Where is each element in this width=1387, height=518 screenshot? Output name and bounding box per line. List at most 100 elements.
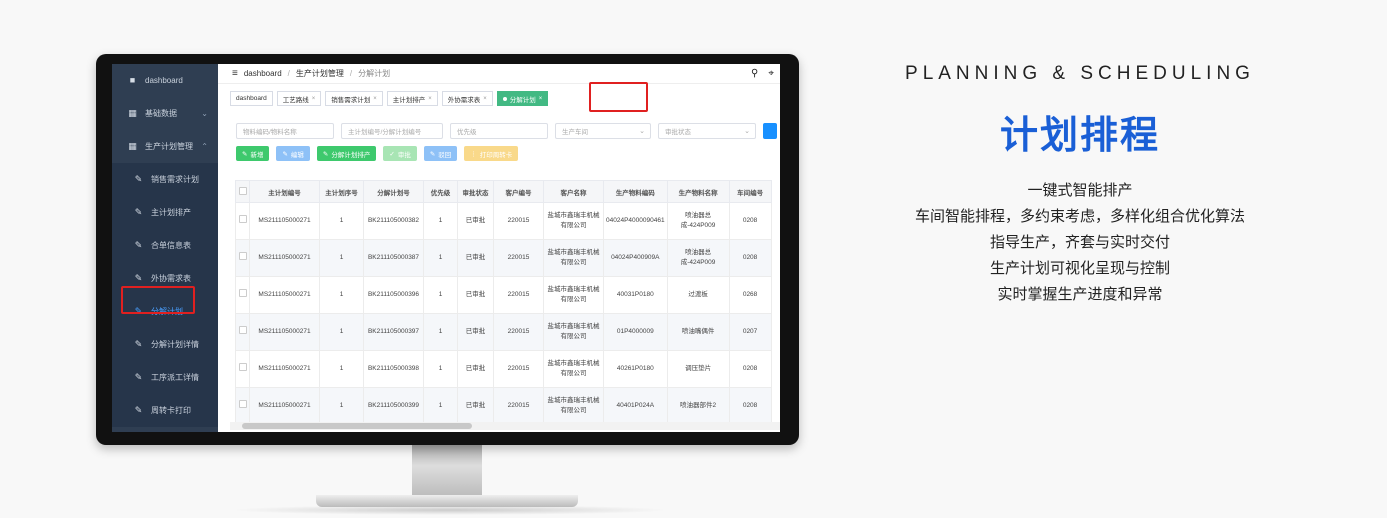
table-cell: 喷油器总成-424P009 — [666, 202, 730, 240]
checkbox[interactable] — [238, 326, 247, 334]
sidebar-item-label: 销售需求计划 — [151, 175, 199, 184]
breadcrumb-item[interactable]: 生产计划管理 — [296, 68, 344, 79]
sidebar-item-card-print[interactable]: ✎ 周转卡打印 — [112, 394, 218, 427]
row-checkbox-cell[interactable] — [235, 202, 250, 240]
row-checkbox-cell[interactable] — [235, 313, 250, 351]
tab-process-route[interactable]: 工艺路线 × — [276, 91, 322, 106]
column-header[interactable]: 车间编号 — [728, 180, 772, 203]
edit-icon: ✎ — [134, 339, 143, 349]
sidebar-item-production-plan[interactable]: ▦ 生产计划管理 ⌃ — [112, 130, 218, 163]
row-checkbox-cell[interactable] — [235, 387, 250, 425]
table-cell: MS211105000271 — [249, 387, 320, 425]
sidebar-item-split-plan-detail[interactable]: ✎ 分解计划详情 — [112, 328, 218, 361]
sidebar-item-dispatch-detail[interactable]: ✎ 工序派工详情 — [112, 361, 218, 394]
tab-master-schedule[interactable]: 主计划排产 × — [386, 91, 438, 106]
checkbox[interactable] — [238, 363, 247, 371]
close-icon[interactable]: × — [539, 96, 543, 102]
table-cell: BK211105000396 — [363, 276, 424, 314]
sidebar-item-dashboard[interactable]: ■ dashboard — [112, 64, 218, 97]
placeholder: 生产车间 — [562, 129, 588, 136]
horizontal-scrollbar[interactable] — [230, 422, 780, 430]
table-cell: 1 — [423, 276, 458, 314]
reject-button[interactable]: ✎ 驳回 — [423, 146, 458, 161]
table-row[interactable]: MS211105000271 1 BK211105000397 1 已审批 220015 盐… — [235, 313, 772, 351]
add-button[interactable]: ✎ 新增 — [236, 146, 270, 161]
priority-input[interactable]: 优先级 — [450, 123, 548, 139]
table-row[interactable]: MS211105000271 1 BK211105000382 1 已审批 220015 盐… — [235, 202, 772, 240]
checkbox[interactable] — [238, 186, 247, 195]
table-row[interactable]: MS211105000271 1 BK211105000399 1 已审批 220015 盐… — [235, 387, 772, 425]
close-icon[interactable]: × — [428, 96, 432, 102]
column-header[interactable]: 客户名称 — [543, 180, 604, 203]
row-checkbox-cell[interactable] — [235, 239, 250, 277]
sidebar-item-basic-data[interactable]: ▦ 基础数据 ⌄ — [112, 97, 218, 130]
close-icon[interactable]: × — [483, 96, 487, 102]
table-cell: 盐城市鑫瑞丰机械有限公司 — [543, 387, 604, 425]
fullscreen-icon[interactable]: ⌖ — [768, 68, 774, 79]
column-header[interactable]: 审批状态 — [457, 180, 494, 203]
table-cell: 盐城市鑫瑞丰机械有限公司 — [543, 276, 604, 314]
breadcrumb-separator: / — [349, 69, 353, 78]
topbar: ≡ dashboard / 生产计划管理 / 分解计划 ⚲ ⌖ — [218, 64, 780, 84]
row-checkbox-cell[interactable] — [235, 350, 250, 388]
print-card-button[interactable]: ⋮ 打印周转卡 — [464, 146, 519, 161]
breadcrumb-item[interactable]: dashboard — [244, 69, 282, 78]
table-cell: 0207 — [728, 313, 772, 351]
checkbox[interactable] — [238, 289, 247, 297]
column-header[interactable]: 主计划编号 — [249, 180, 320, 203]
edit-button[interactable]: ✎ 编辑 — [276, 146, 310, 161]
table-cell: 220015 — [493, 313, 544, 351]
close-icon[interactable]: × — [312, 96, 316, 102]
column-header[interactable]: 优先级 — [423, 180, 458, 203]
sidebar-item-label: 主计划排产 — [151, 208, 191, 217]
split-schedule-button[interactable]: ✎ 分解计划排产 — [316, 146, 377, 161]
sidebar-item-sales-demand[interactable]: ✎ 销售需求计划 — [112, 163, 218, 196]
active-dot-icon — [502, 96, 507, 101]
checkbox[interactable] — [238, 215, 247, 223]
approve-button[interactable]: ✓ 审批 — [383, 146, 417, 161]
plan-number-input[interactable]: 主计划编号/分解计划编号 — [341, 123, 443, 139]
table-row[interactable]: MS211105000271 1 BK211105000398 1 已审批 220015 盐… — [235, 350, 772, 388]
edit-icon: ✎ — [134, 405, 143, 415]
tab-dashboard[interactable]: dashboard — [230, 91, 273, 106]
table-cell: 220015 — [493, 276, 544, 314]
button-label: 驳回 — [438, 151, 452, 159]
column-header[interactable]: 生产物料名称 — [666, 180, 730, 203]
column-header[interactable]: 生产物料编码 — [603, 180, 668, 203]
tab-label: 销售需求计划 — [331, 96, 371, 104]
dashboard-icon: ■ — [129, 75, 136, 85]
row-checkbox-cell[interactable] — [235, 276, 250, 314]
edit-icon: ✎ — [134, 174, 143, 184]
sidebar-item-label: 周转卡打印 — [151, 406, 191, 415]
tab-sales-demand[interactable]: 销售需求计划 × — [325, 91, 383, 106]
search-icon[interactable]: ⚲ — [751, 68, 758, 79]
sidebar-item-merge-info[interactable]: ✎ 合单信息表 — [112, 229, 218, 262]
material-input[interactable]: 物料编码/物料名称 — [236, 123, 334, 139]
search-button[interactable] — [763, 123, 777, 139]
print-icon: ⋮ — [470, 150, 477, 158]
checkbox[interactable] — [238, 400, 247, 408]
column-header[interactable]: 分解计划号 — [363, 180, 424, 203]
table-cell: BK211105000387 — [363, 239, 424, 277]
tab-outsource[interactable]: 外协需求表 × — [441, 91, 493, 106]
monitor-frame: ■ dashboard ▦ 基础数据 ⌄ ▦ 生产计划管理 ⌃ ✎ 销售需求计划 — [96, 54, 799, 445]
status-select[interactable]: 审批状态 ⌄ — [658, 123, 756, 139]
table-cell: 喷油嘴偶件 — [666, 313, 730, 351]
table-row[interactable]: MS211105000271 1 BK211105000387 1 已审批 220015 盐… — [235, 239, 772, 277]
select-all-checkbox-cell[interactable] — [235, 180, 250, 203]
checkbox[interactable] — [238, 252, 247, 260]
hamburger-icon[interactable]: ≡ — [232, 68, 238, 79]
table-row[interactable]: MS211105000271 1 BK211105000396 1 已审批 220015 盐… — [235, 276, 772, 314]
close-icon[interactable]: × — [373, 96, 377, 102]
button-label: 新增 — [250, 151, 264, 159]
placeholder: 主计划编号/分解计划编号 — [348, 129, 422, 136]
column-header[interactable]: 客户编号 — [493, 180, 544, 203]
column-header[interactable]: 主计划序号 — [319, 180, 364, 203]
tab-split-plan[interactable]: 分解计划 × — [496, 91, 549, 106]
placeholder: 物料编码/物料名称 — [243, 129, 297, 136]
sidebar-item-master-schedule[interactable]: ✎ 主计划排产 — [112, 196, 218, 229]
table-header-row: 主计划编号 主计划序号 分解计划号 优先级 审批状态 客户编号 客户名称 生产物… — [235, 180, 772, 203]
workshop-select[interactable]: 生产车间 ⌄ — [555, 123, 651, 139]
table-cell: 220015 — [493, 387, 544, 425]
scrollbar-thumb[interactable] — [242, 423, 472, 429]
